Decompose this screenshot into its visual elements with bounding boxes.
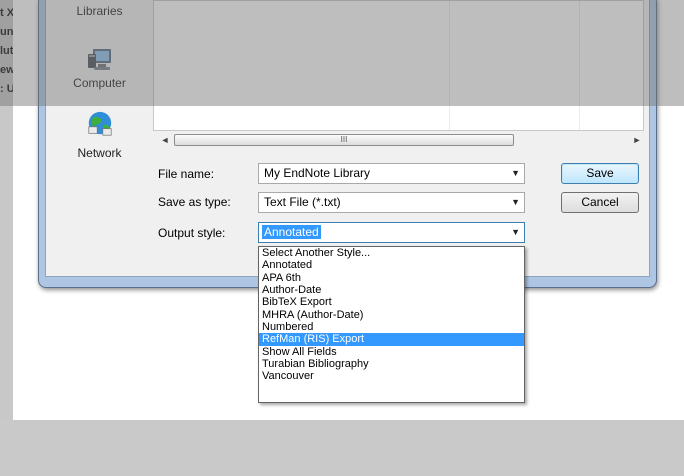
- dropdown-option[interactable]: Annotated: [259, 259, 524, 271]
- chevron-down-icon[interactable]: ▼: [511, 193, 520, 212]
- output-style-value: Annotated: [262, 225, 321, 239]
- dropdown-option[interactable]: Vancouver: [259, 370, 524, 382]
- save-as-type-label: Save as type:: [158, 195, 231, 209]
- dropdown-option-highlighted[interactable]: RefMan (RIS) Export: [259, 333, 524, 346]
- output-style-select[interactable]: Annotated ▼: [258, 222, 525, 243]
- dropdown-option[interactable]: Numbered: [259, 321, 524, 333]
- background-text-line: t X: [0, 7, 13, 19]
- nav-item-label: Libraries: [76, 4, 123, 18]
- file-name-value: My EndNote Library: [264, 166, 371, 180]
- dropdown-option[interactable]: MHRA (Author-Date): [259, 309, 524, 321]
- background-bottom-area: [0, 420, 684, 476]
- dropdown-option[interactable]: Author-Date: [259, 284, 524, 296]
- file-name-field[interactable]: My EndNote Library ▼: [258, 163, 525, 184]
- output-style-dropdown-list[interactable]: Select Another Style... Annotated APA 6t…: [258, 246, 525, 403]
- background-text-line: ew H: [0, 64, 13, 76]
- file-list-view[interactable]: [153, 0, 644, 131]
- output-style-label: Output style:: [158, 226, 226, 240]
- nav-item-computer[interactable]: Computer: [46, 46, 153, 90]
- scrollbar-thumb[interactable]: III: [174, 134, 514, 146]
- cancel-button[interactable]: Cancel: [561, 192, 639, 213]
- dropdown-option[interactable]: Show All Fields: [259, 346, 524, 358]
- navigation-pane: Libraries Computer Network: [46, 0, 153, 170]
- scroll-left-arrow-icon[interactable]: ◄: [158, 133, 172, 147]
- nav-item-label: Computer: [73, 76, 126, 90]
- dropdown-option[interactable]: Select Another Style...: [259, 247, 524, 259]
- save-button[interactable]: Save: [561, 163, 639, 184]
- nav-item-network[interactable]: Network: [46, 110, 153, 160]
- save-as-type-value: Text File (*.txt): [264, 195, 341, 209]
- save-as-type-select[interactable]: Text File (*.txt) ▼: [258, 192, 525, 213]
- file-name-label: File name:: [158, 167, 215, 181]
- column-divider: [449, 1, 450, 130]
- scroll-right-arrow-icon[interactable]: ►: [630, 133, 644, 147]
- chevron-down-icon[interactable]: ▼: [511, 164, 520, 183]
- background-text-line: un's: [0, 26, 13, 38]
- column-divider: [579, 1, 580, 130]
- horizontal-scrollbar[interactable]: ◄ III ►: [158, 131, 644, 149]
- dropdown-option[interactable]: BibTeX Export: [259, 296, 524, 308]
- network-icon: [87, 111, 112, 136]
- background-text-line: luto: [0, 45, 13, 57]
- computer-icon: [87, 49, 111, 70]
- background-text-line: : Usi: [0, 83, 13, 95]
- dropdown-option[interactable]: APA 6th: [259, 272, 524, 284]
- dropdown-option[interactable]: Turabian Bibliography: [259, 358, 524, 370]
- background-text-fragments: t X un's luto ew H : Usi: [0, 4, 13, 99]
- chevron-down-icon[interactable]: ▼: [511, 223, 520, 242]
- nav-item-libraries[interactable]: Libraries: [46, 4, 153, 18]
- nav-item-label: Network: [77, 146, 122, 160]
